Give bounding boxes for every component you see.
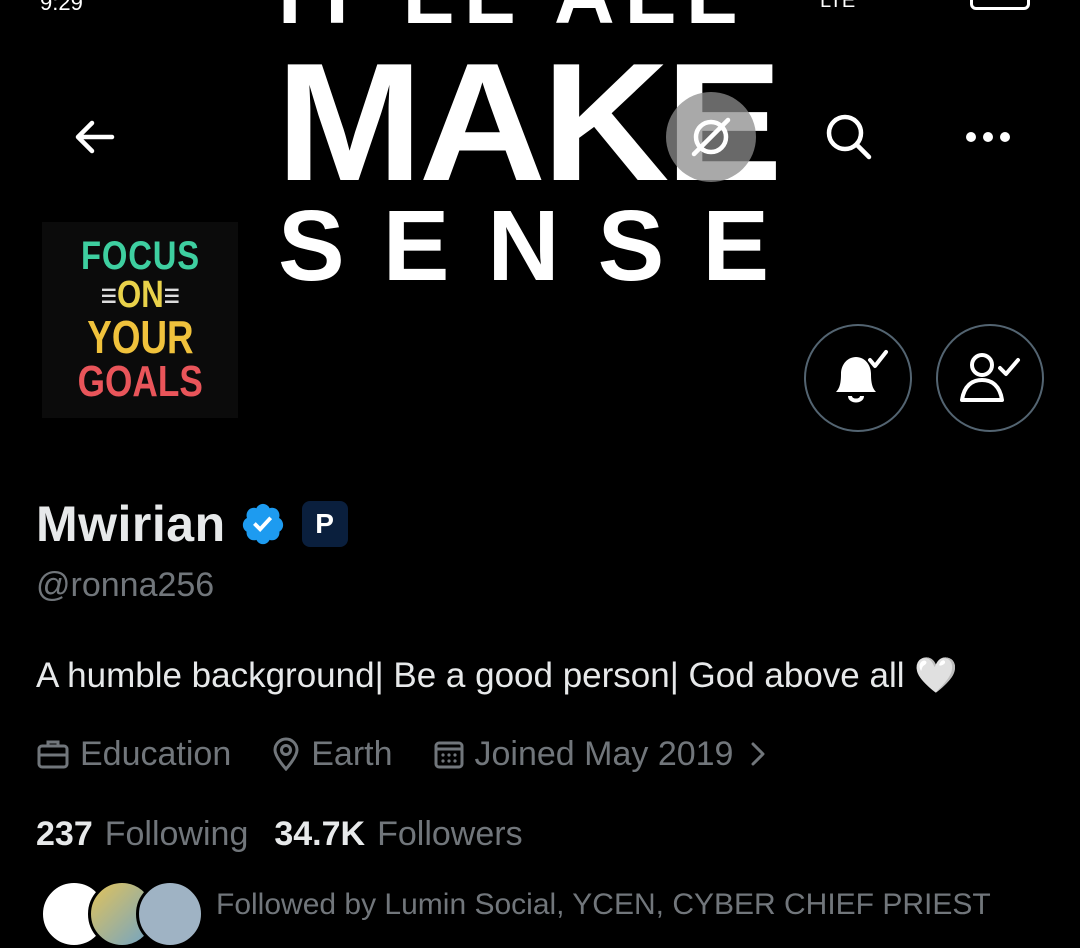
following-stat[interactable]: 237 Following: [36, 815, 248, 854]
search-button[interactable]: [804, 92, 894, 182]
notifications-button[interactable]: [804, 324, 912, 432]
joined-date-item[interactable]: Joined May 2019: [433, 735, 778, 774]
location-item: Earth: [271, 734, 393, 774]
arrow-left-icon: [75, 120, 115, 154]
search-icon: [826, 114, 872, 160]
affiliate-badge[interactable]: P: [301, 501, 348, 547]
avatar-text-your: YOUR: [86, 311, 194, 363]
username-handle: @ronna256: [36, 566, 215, 604]
verified-badge-icon[interactable]: [240, 501, 286, 547]
joined-date-label: Joined May 2019: [474, 734, 734, 773]
category-item: Education: [36, 735, 231, 774]
profile-meta-row: Education Earth Joined May 2019: [36, 730, 777, 778]
avatar-text-focus: FOCUS: [80, 234, 200, 278]
followed-by-row[interactable]: [40, 880, 204, 948]
battery-icon: [970, 0, 1030, 10]
location-label: Earth: [311, 734, 393, 773]
profile-avatar[interactable]: FOCUS ON YOUR GOALS: [42, 222, 238, 418]
banner-text-line3: SENSE: [278, 190, 808, 300]
avatar-text-goals: GOALS: [77, 357, 203, 406]
briefcase-icon: [37, 740, 69, 769]
grok-icon: [691, 117, 731, 157]
person-check-icon: [960, 353, 1020, 402]
grok-button[interactable]: [666, 92, 756, 182]
followers-stat[interactable]: 34.7K Followers: [274, 815, 522, 854]
name-row: Mwirian P: [36, 494, 348, 554]
more-options-button[interactable]: [958, 112, 1018, 162]
location-pin-icon: [273, 737, 299, 771]
status-time: 9:29: [40, 0, 83, 15]
followed-by-text[interactable]: Followed by Lumin Social, YCEN, CYBER CH…: [216, 888, 991, 922]
status-network: LTE: [820, 0, 856, 12]
display-name: Mwirian: [36, 496, 226, 552]
bell-check-icon: [836, 350, 888, 403]
following-button[interactable]: [936, 324, 1044, 432]
calendar-icon: [434, 741, 463, 769]
profile-bio: A humble background| Be a good person| G…: [36, 656, 958, 695]
follower-avatar: [136, 880, 204, 948]
followers-label: Followers: [377, 814, 523, 853]
following-count: 237: [36, 814, 93, 853]
followers-count: 34.7K: [274, 814, 366, 853]
follow-stats-row: 237 Following 34.7K Followers: [36, 810, 549, 858]
category-label: Education: [80, 734, 232, 773]
avatar-text-on: ON: [100, 276, 179, 314]
affiliate-badge-label: P: [315, 508, 334, 539]
following-label: Following: [104, 814, 249, 853]
more-horizontal-icon: [966, 132, 1010, 142]
chevron-right-icon: [751, 742, 765, 766]
back-button[interactable]: [66, 112, 122, 162]
